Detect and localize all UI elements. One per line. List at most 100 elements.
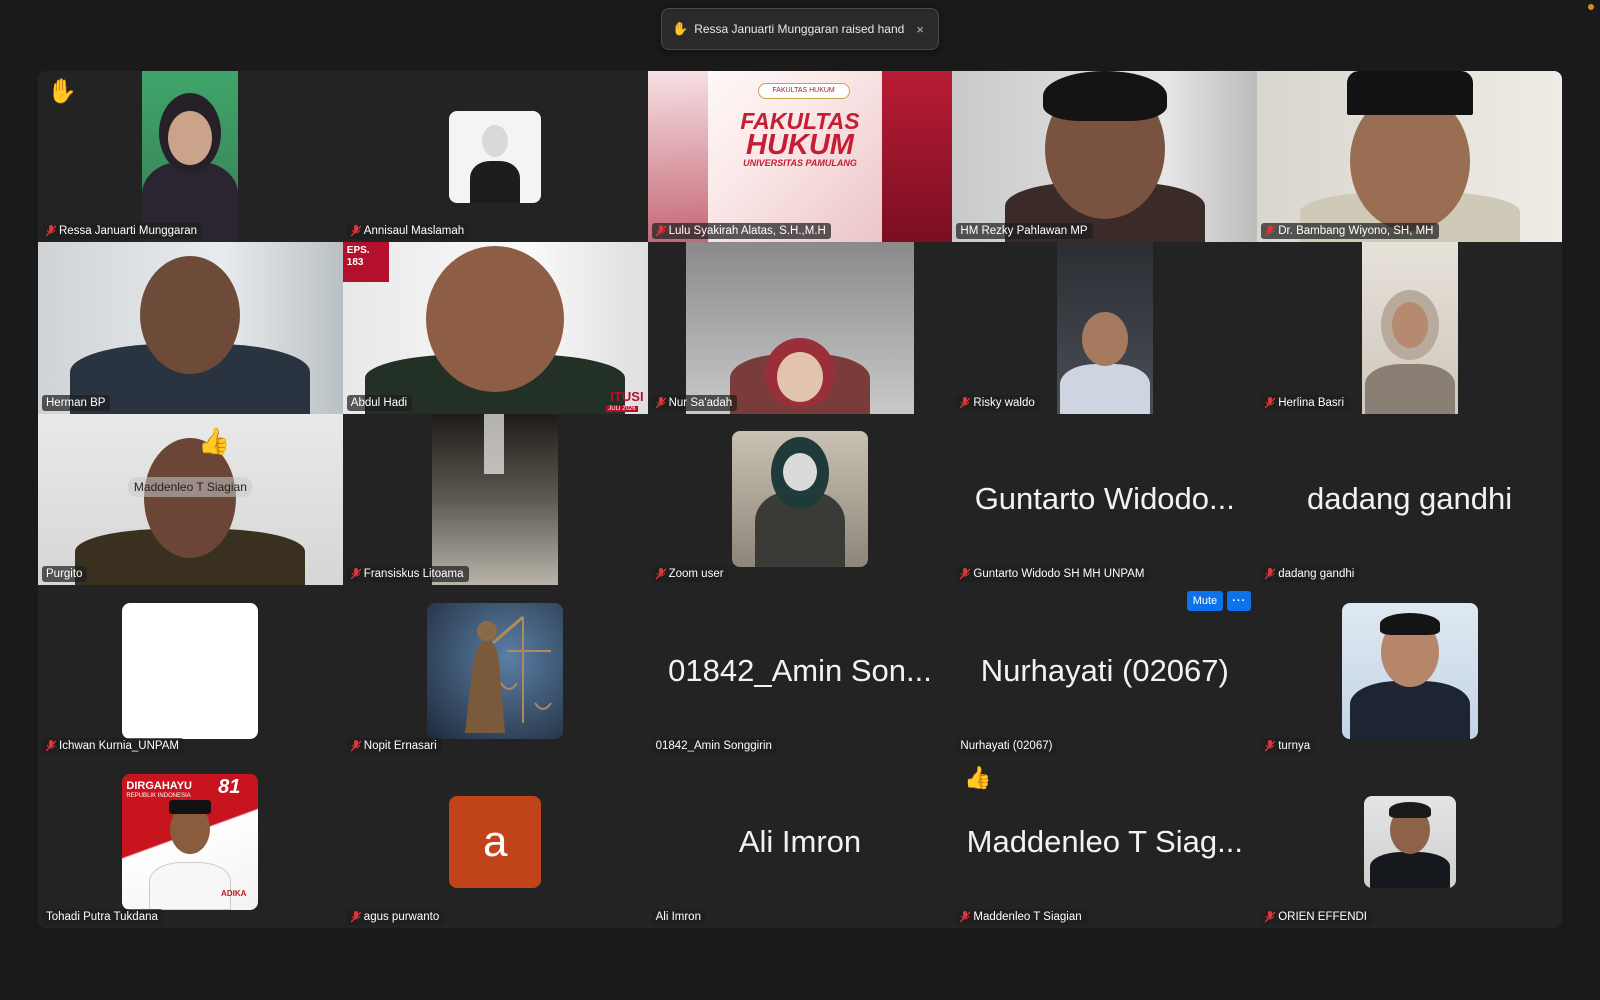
participant-name-label: agus purwanto xyxy=(346,908,445,925)
participant-video xyxy=(1361,242,1458,414)
poster-line2: REPUBLIK INDONESIA xyxy=(126,793,191,800)
participant-name-label: Ali Imron xyxy=(651,908,706,925)
participant-video xyxy=(685,242,914,414)
participant-name-label: Dr. Bambang Wiyono, SH, MH xyxy=(1261,223,1439,240)
participant-name: Lulu Syakirah Alatas, S.H.,M.H xyxy=(668,225,826,238)
mic-off-icon xyxy=(350,739,361,752)
banner-top-text: FAKULTAS HUKUM xyxy=(757,83,850,99)
participant-tile-herlina[interactable]: Herlina Basri xyxy=(1257,242,1562,414)
participant-video xyxy=(1056,242,1153,414)
participant-display-name: dadang gandhi xyxy=(1307,481,1513,517)
participant-name: Zoom user xyxy=(668,568,724,581)
participant-tile-tohadi[interactable]: DIRGAHAYU REPUBLIK INDONESIA 81 ADIKA To… xyxy=(38,756,343,928)
poster-brand: ADIKA xyxy=(221,889,247,899)
participant-name-label: Nur Sa'adah xyxy=(651,394,738,411)
participant-tile-ressa[interactable]: ✋ Ressa Januarti Munggaran xyxy=(38,71,343,243)
participant-name-label: 01842_Amin Songgirin xyxy=(651,737,777,754)
participant-name: Nopit Ernasari xyxy=(363,739,437,752)
participant-tile-nopit[interactable]: Nopit Ernasari xyxy=(342,585,648,757)
participant-name: turnya xyxy=(1278,739,1311,752)
mute-button[interactable]: Mute xyxy=(1186,591,1224,612)
participant-tile-purgito[interactable]: 👍 Maddenleo T Siagian Purgito xyxy=(38,413,343,586)
raised-hand-icon: ✋ xyxy=(672,21,689,36)
participant-name-label: Nurhayati (02067) xyxy=(956,737,1058,754)
participant-tile-annisaul[interactable]: Annisaul Maslamah xyxy=(342,71,648,243)
participant-tile-herman[interactable]: Herman BP xyxy=(38,242,343,414)
overlay-name-caption: Maddenleo T Siagian xyxy=(127,476,253,497)
mic-off-icon xyxy=(960,910,971,923)
status-dot xyxy=(1588,4,1594,10)
participant-name-label: Zoom user xyxy=(651,566,729,583)
gallery-grid: ✋ Ressa Januarti Munggaran Annisaul Masl… xyxy=(38,71,1562,928)
mic-off-icon xyxy=(960,396,971,409)
participant-tile-abdul-active-speaker[interactable]: EPS. 183 ITUSI JULI 2026 Abdul Hadi xyxy=(342,242,648,414)
avatar: DIRGAHAYU REPUBLIK INDONESIA 81 ADIKA xyxy=(122,774,259,911)
participant-tile-risky[interactable]: Risky waldo xyxy=(952,242,1258,414)
mic-off-icon xyxy=(1265,910,1276,923)
participant-tile-guntarto[interactable]: Guntarto Widodo... Guntarto Widodo SH MH… xyxy=(952,413,1258,586)
participant-name: Fransiskus Litoama xyxy=(363,568,464,581)
mic-off-icon xyxy=(350,910,361,923)
avatar-initial: a xyxy=(449,796,542,889)
participant-name: Ressa Januarti Munggaran xyxy=(59,225,198,238)
participant-name: Ichwan Kurnia_UNPAM xyxy=(59,739,179,752)
raised-hand-notification: ✋ Ressa Januarti Munggaran raised hand × xyxy=(661,8,939,50)
avatar xyxy=(1363,796,1456,889)
mic-off-icon xyxy=(1265,568,1276,580)
participant-tile-ali[interactable]: Ali Imron Ali Imron xyxy=(647,756,953,928)
badge-line1: EPS. xyxy=(346,245,370,257)
close-icon[interactable]: × xyxy=(912,22,928,37)
participant-name-label: Herman BP xyxy=(42,394,111,411)
participant-tile-zoom-user[interactable]: Zoom user xyxy=(647,413,953,586)
participant-tile-nur[interactable]: Nur Sa'adah xyxy=(647,242,953,414)
participant-name-label: Maddenleo T Siagian xyxy=(956,908,1087,925)
date-text: JULI 2026 xyxy=(606,405,638,412)
participant-tile-rezky[interactable]: HM Rezky Pahlawan MP xyxy=(952,71,1258,243)
participant-tile-maddenleo[interactable]: 👍 Maddenleo T Siag... Maddenleo T Siagia… xyxy=(952,756,1258,928)
participant-name: Annisaul Maslamah xyxy=(363,225,465,238)
participant-name: Herman BP xyxy=(46,396,106,409)
avatar xyxy=(449,110,542,203)
participant-display-name: Guntarto Widodo... xyxy=(974,481,1235,517)
participant-tile-ichwan[interactable]: Ichwan Kurnia_UNPAM xyxy=(38,585,343,757)
avatar xyxy=(122,602,259,739)
participant-tile-amin[interactable]: 01842_Amin Son... 01842_Amin Songgirin xyxy=(647,585,953,757)
participant-name-label: HM Rezky Pahlawan MP xyxy=(956,223,1093,240)
poster-number: 81 xyxy=(218,776,241,799)
badge-line2: 183 xyxy=(346,257,364,269)
participant-name: Ali Imron xyxy=(655,910,701,923)
participant-tile-nurhayati[interactable]: Mute ··· Nurhayati (02067) Nurhayati (02… xyxy=(952,585,1258,757)
participant-tile-orien[interactable]: ORIEN EFFENDI xyxy=(1257,756,1562,928)
mic-off-icon xyxy=(655,396,666,409)
more-options-button[interactable]: ··· xyxy=(1227,591,1252,612)
participant-tile-lulu[interactable]: FAKULTAS HUKUM FAKULTAS HUKUM UNIVERSITA… xyxy=(647,71,953,243)
participant-tile-agus[interactable]: a agus purwanto xyxy=(342,756,648,928)
participant-name: Abdul Hadi xyxy=(350,396,408,409)
participant-tile-fransiskus[interactable]: Fransiskus Litoama xyxy=(342,413,648,586)
raised-hand-icon: ✋ xyxy=(47,78,77,105)
mic-off-icon xyxy=(1265,225,1276,237)
mic-off-icon xyxy=(1265,396,1276,409)
participant-tile-bambang[interactable]: Dr. Bambang Wiyono, SH, MH xyxy=(1257,71,1562,243)
participant-tile-dadang[interactable]: dadang gandhi dadang gandhi xyxy=(1257,413,1562,586)
participant-display-name: Ali Imron xyxy=(738,824,862,860)
lady-justice-image xyxy=(465,615,553,733)
mic-off-icon xyxy=(655,225,666,237)
participant-name-label: Herlina Basri xyxy=(1261,394,1350,411)
participant-controls: Mute ··· xyxy=(1186,591,1252,612)
participant-name: HM Rezky Pahlawan MP xyxy=(960,225,1088,238)
participant-display-name: Maddenleo T Siag... xyxy=(966,824,1243,860)
participant-tile-turnya[interactable]: turnya xyxy=(1257,585,1562,757)
avatar xyxy=(1341,602,1478,739)
participant-name-label: Nopit Ernasari xyxy=(346,737,442,754)
participant-name: Nur Sa'adah xyxy=(668,396,733,409)
mic-off-icon xyxy=(960,568,971,580)
participant-name: Nurhayati (02067) xyxy=(960,739,1053,752)
participant-name-label: Lulu Syakirah Alatas, S.H.,M.H xyxy=(651,223,831,240)
poster-line1: DIRGAHAYU xyxy=(126,780,192,793)
participant-name: agus purwanto xyxy=(363,910,440,923)
mic-off-icon xyxy=(1265,739,1276,752)
participant-video: 👍 Maddenleo T Siagian xyxy=(38,413,343,586)
participant-name-label: Purgito xyxy=(42,566,88,583)
participant-name-label: Annisaul Maslamah xyxy=(346,223,470,240)
